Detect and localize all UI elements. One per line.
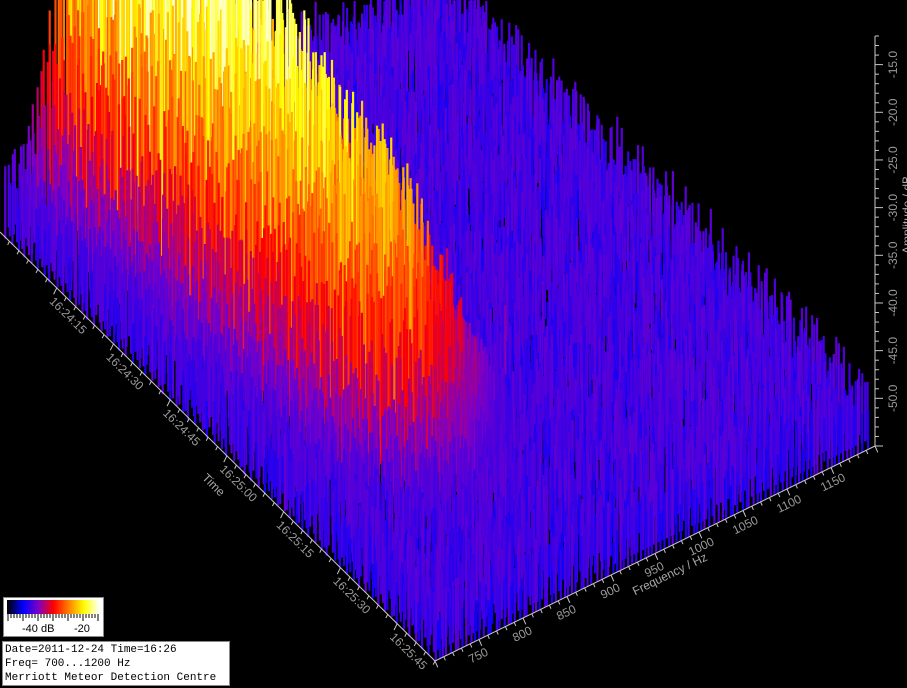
spectrum-bars <box>0 0 870 661</box>
waterfall-plot: 16:24:1516:24:3016:24:4516:25:0016:25:15… <box>0 0 907 673</box>
